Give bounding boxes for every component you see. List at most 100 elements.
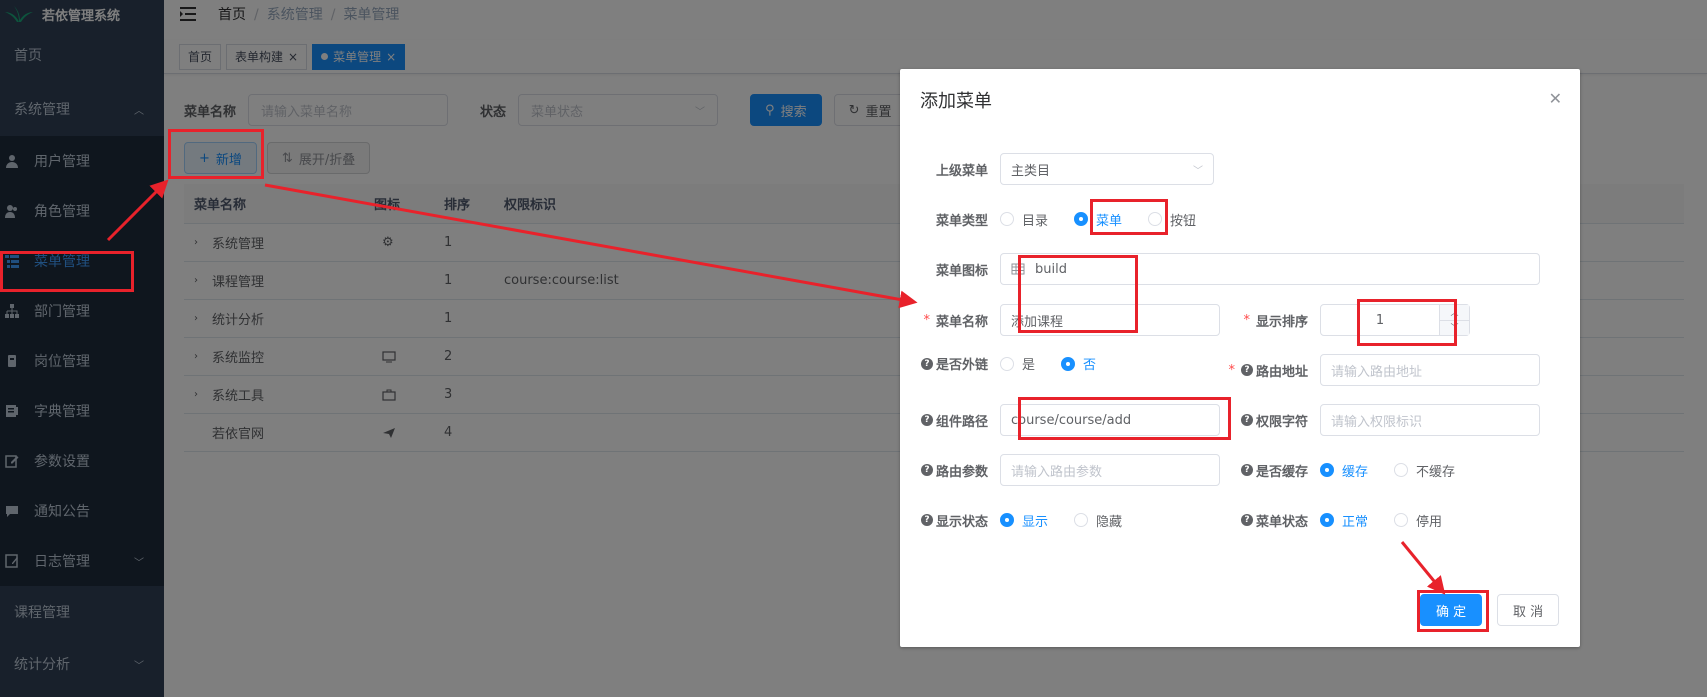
form-item-order: * 显示排序 1 ︿ ﹀	[1220, 304, 1470, 336]
query-label: ? 路由参数	[900, 461, 1000, 480]
radio-circle	[1394, 513, 1409, 527]
form-item-route: *? 路由地址 请输入路由地址	[1220, 354, 1540, 386]
radio-type-button[interactable]: 按钮	[1148, 210, 1196, 229]
form-item-cache: ? 是否缓存 缓存 不缓存	[1220, 454, 1481, 486]
form-item-parent: 上级菜单 主类目 ﹀	[900, 153, 1214, 185]
order-label: * 显示排序	[1220, 311, 1320, 330]
perms-placeholder: 请输入权限标识	[1331, 414, 1423, 430]
radio-label: 菜单	[1096, 213, 1123, 229]
radio-circle	[1320, 463, 1334, 477]
external-label: ? 是否外链	[900, 354, 1000, 373]
question-icon[interactable]: ?	[1240, 364, 1253, 376]
route-label: *? 路由地址	[1220, 361, 1320, 380]
form-item-component: ? 组件路径 course/course/add	[900, 404, 1220, 436]
component-path-input[interactable]: course/course/add	[1000, 404, 1220, 436]
icon-select-input[interactable]: build	[1000, 253, 1540, 285]
question-icon[interactable]: ?	[920, 514, 933, 526]
radio-external-yes[interactable]: 是	[1000, 354, 1035, 373]
close-icon[interactable]: ✕	[1549, 89, 1562, 108]
radio-circle	[1148, 212, 1163, 226]
icon-value: build	[1035, 261, 1067, 277]
required-mark: *	[1243, 312, 1250, 328]
radio-circle	[1000, 356, 1014, 371]
question-icon[interactable]: ?	[920, 464, 933, 476]
label-text: 路由参数	[935, 464, 988, 480]
question-icon[interactable]: ?	[920, 414, 933, 426]
label-text: 菜单图标	[935, 263, 988, 279]
radio-label: 否	[1083, 358, 1097, 373]
stepper-down-icon[interactable]: ﹀	[1440, 321, 1469, 336]
add-menu-dialog: 添加菜单 ✕ 上级菜单 主类目 ﹀ 菜单类型 目录 菜单 按钮 菜单图标 buil…	[900, 69, 1580, 647]
question-icon[interactable]: ?	[1240, 414, 1253, 426]
required-mark: *	[923, 312, 930, 328]
radio-type-menu[interactable]: 菜单	[1074, 210, 1122, 229]
menu-name-value: 添加课程	[1011, 314, 1064, 330]
label-text: 显示状态	[935, 514, 988, 530]
query-placeholder: 请输入路由参数	[1011, 464, 1103, 480]
radio-circle	[1074, 212, 1089, 226]
radio-label: 显示	[1022, 514, 1049, 530]
required-mark: *	[1228, 362, 1235, 378]
parent-value: 主类目	[1011, 163, 1051, 179]
radio-type-dir[interactable]: 目录	[1000, 210, 1048, 229]
label-text: 菜单类型	[935, 213, 988, 229]
perms-input[interactable]: 请输入权限标识	[1320, 404, 1540, 436]
radio-label: 正常	[1342, 514, 1369, 530]
form-item-external: ? 是否外链 是 否	[900, 354, 1122, 373]
route-path-input[interactable]: 请输入路由地址	[1320, 354, 1540, 386]
radio-external-no[interactable]: 否	[1061, 354, 1096, 373]
form-item-name: * 菜单名称 添加课程	[900, 304, 1220, 336]
dialog-title: 添加菜单	[920, 91, 992, 112]
radio-cache-no[interactable]: 不缓存	[1394, 461, 1455, 480]
radio-visible-show[interactable]: 显示	[1000, 511, 1048, 530]
form-item-visible: ? 显示状态 显示 隐藏	[900, 504, 1148, 536]
parent-label: 上级菜单	[900, 160, 1000, 179]
label-text: 菜单状态	[1255, 514, 1308, 530]
question-icon[interactable]: ?	[920, 357, 933, 370]
radio-label: 缓存	[1342, 464, 1369, 480]
radio-circle	[1000, 513, 1014, 527]
cancel-button-label: 取 消	[1513, 604, 1544, 620]
question-icon[interactable]: ?	[1240, 464, 1253, 476]
perms-label: ? 权限字符	[1220, 411, 1320, 430]
radio-label: 按钮	[1170, 213, 1197, 229]
order-stepper[interactable]: 1 ︿ ﹀	[1320, 304, 1470, 336]
form-item-perms: ? 权限字符 请输入权限标识	[1220, 404, 1540, 436]
stepper-arrows: ︿ ﹀	[1439, 305, 1469, 335]
label-text: 是否缓存	[1255, 464, 1308, 480]
component-value: course/course/add	[1011, 412, 1132, 428]
status-label: ? 菜单状态	[1220, 511, 1320, 530]
parent-select[interactable]: 主类目 ﹀	[1000, 153, 1214, 185]
name-label: * 菜单名称	[900, 311, 1000, 330]
form-item-status: ? 菜单状态 正常 停用	[1220, 504, 1468, 536]
form-item-icon: 菜单图标 build	[900, 253, 1540, 285]
radio-circle	[1394, 463, 1409, 477]
form-item-type: 菜单类型 目录 菜单 按钮	[900, 203, 1222, 235]
label-text: 菜单名称	[935, 314, 988, 330]
route-query-input[interactable]: 请输入路由参数	[1000, 454, 1220, 486]
component-label: ? 组件路径	[900, 411, 1000, 430]
visible-label: ? 显示状态	[900, 511, 1000, 530]
radio-visible-hide[interactable]: 隐藏	[1074, 511, 1122, 530]
radio-label: 目录	[1022, 213, 1049, 229]
label-text: 组件路径	[935, 414, 988, 430]
form-item-query: ? 路由参数 请输入路由参数	[900, 454, 1220, 486]
icon-label: 菜单图标	[900, 260, 1000, 279]
label-text: 上级菜单	[935, 163, 988, 179]
label-text: 显示排序	[1255, 314, 1308, 330]
radio-status-disabled[interactable]: 停用	[1394, 511, 1442, 530]
radio-cache-yes[interactable]: 缓存	[1320, 461, 1368, 480]
radio-circle	[1061, 356, 1076, 371]
confirm-button[interactable]: 确 定	[1420, 594, 1483, 626]
label-text: 路由地址	[1255, 364, 1308, 380]
radio-circle	[1074, 513, 1089, 527]
table-icon	[1011, 263, 1025, 275]
cancel-button[interactable]: 取 消	[1497, 594, 1560, 626]
question-icon[interactable]: ?	[1240, 514, 1253, 526]
label-text: 权限字符	[1255, 414, 1308, 430]
stepper-up-icon[interactable]: ︿	[1440, 305, 1469, 321]
radio-label: 是	[1022, 358, 1036, 373]
menu-name-field[interactable]: 添加课程	[1000, 304, 1220, 336]
radio-status-normal[interactable]: 正常	[1320, 511, 1368, 530]
confirm-button-label: 确 定	[1436, 604, 1467, 620]
